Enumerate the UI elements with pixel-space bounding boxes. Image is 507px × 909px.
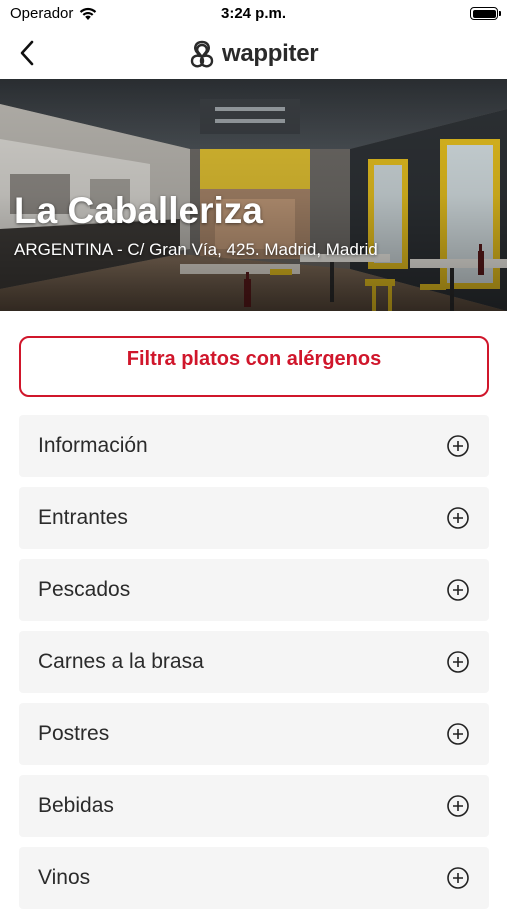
chevron-left-icon [20,40,34,66]
section-item-informacion[interactable]: Información [19,415,489,477]
plus-circle-icon [447,435,469,457]
section-item-bebidas[interactable]: Bebidas [19,775,489,837]
section-label: Bebidas [38,794,114,817]
plus-circle-icon [447,867,469,889]
battery-icon [470,7,501,20]
section-item-carnes-a-la-brasa[interactable]: Carnes a la brasa [19,631,489,693]
plus-circle-icon [447,651,469,673]
section-label: Carnes a la brasa [38,650,204,673]
app-logo: wappiter [187,38,319,70]
allergen-filter-button[interactable]: Filtra platos con alérgenos [19,336,489,397]
restaurant-hero-image: La Caballeriza ARGENTINA - C/ Gran Vía, … [0,79,507,311]
section-item-entrantes[interactable]: Entrantes [19,487,489,549]
status-bar: Operador 3:24 p.m. [0,0,507,28]
nav-bar: wappiter [0,28,507,78]
status-time: 3:24 p.m. [220,5,287,22]
section-label: Información [38,434,148,457]
restaurant-name: La Caballeriza [14,190,263,231]
section-label: Entrantes [38,506,128,529]
plus-circle-icon [447,795,469,817]
logo-text: wappiter [222,40,319,67]
plus-circle-icon [447,723,469,745]
section-item-postres[interactable]: Postres [19,703,489,765]
restaurant-address: ARGENTINA - C/ Gran Vía, 425. Madrid, Ma… [14,240,378,259]
plus-circle-icon [447,579,469,601]
section-label: Vinos [38,866,91,889]
wappiter-logo-icon [190,40,214,68]
section-item-pescados[interactable]: Pescados [19,559,489,621]
plus-circle-icon [447,507,469,529]
section-label: Pescados [38,578,131,601]
section-label: Postres [38,722,110,745]
back-button[interactable] [10,36,44,70]
